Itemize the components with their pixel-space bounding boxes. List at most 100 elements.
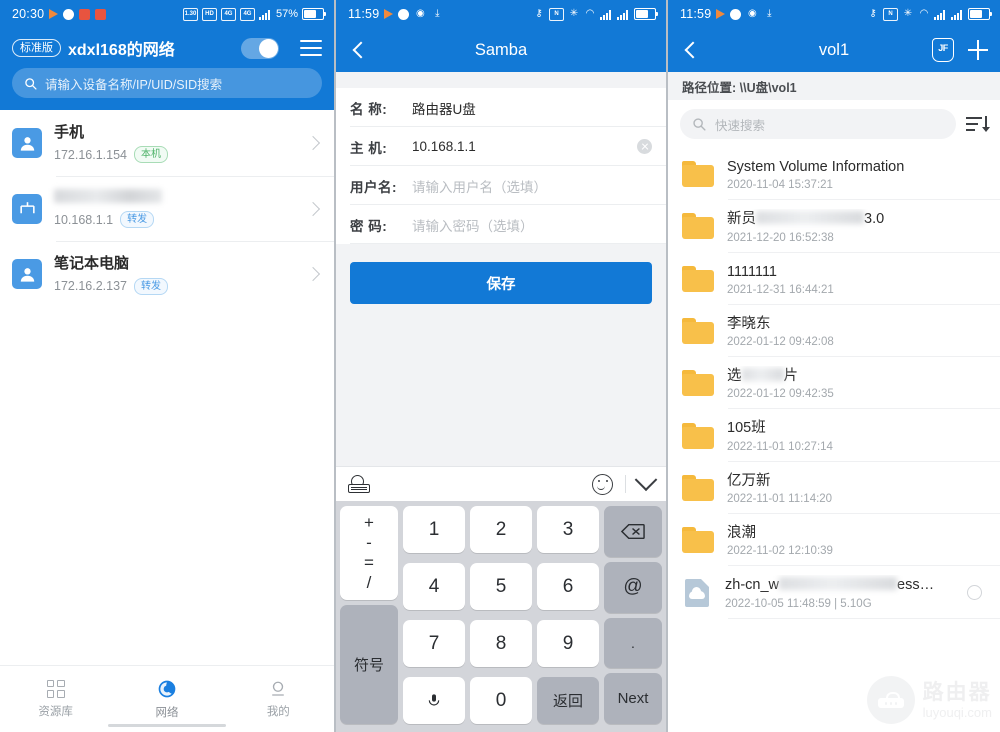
key-space[interactable] — [403, 677, 465, 724]
file-meta: 2022-10-05 11:48:59 | 5.10G — [725, 597, 872, 610]
key-slash[interactable]: / — [367, 573, 372, 593]
folder-icon — [682, 527, 714, 554]
file-row-1[interactable]: 新员 3.0 2021-12-20 16:52:38 — [668, 200, 1000, 253]
emoji-icon[interactable] — [592, 473, 613, 495]
chevron-right-icon — [305, 201, 321, 216]
bluetooth-icon: ✳ — [569, 8, 579, 19]
file-row-0[interactable]: System Volume Information 2020-11-04 15:… — [668, 148, 1000, 201]
save-button[interactable]: 保存 — [350, 262, 652, 304]
key-7[interactable]: 7 — [403, 620, 465, 667]
file-name-tail: 3.0 — [864, 211, 885, 228]
key-5[interactable]: 5 — [470, 563, 532, 610]
transfer-shield-icon[interactable]: JF — [932, 38, 954, 62]
folder-icon — [682, 213, 714, 240]
path-value: \\U盘\vol1 — [739, 80, 797, 95]
form-row-password[interactable]: 密 码: 请输入密码（选填） — [336, 205, 666, 244]
wifi-icon: ◠ — [919, 8, 929, 19]
file-row-8[interactable]: zh-cn_w ess… 2022-10-05 11:48:59 | 5.10G — [668, 566, 1000, 619]
chevron-right-icon — [305, 136, 321, 151]
keyboard-language-icon[interactable] — [348, 475, 370, 493]
key-9[interactable]: 9 — [537, 620, 599, 667]
key-8[interactable]: 8 — [470, 620, 532, 667]
field-label: 主 机: — [350, 140, 388, 156]
microphone-icon — [428, 693, 440, 706]
folder-icon — [682, 318, 714, 345]
key-3[interactable]: 3 — [537, 506, 599, 553]
file-row-4[interactable]: 选片 2022-01-12 09:42:35 — [668, 357, 1000, 410]
file-name: 浪潮 — [727, 525, 756, 542]
name-field-value: 路由器U盘 — [412, 101, 476, 117]
plus-icon[interactable] — [968, 40, 988, 60]
path-label: 路径位置: — [682, 80, 737, 95]
file-name-partial: zh-cn_w ess… — [725, 575, 954, 595]
key-plus[interactable]: + — [364, 513, 374, 533]
tab-network[interactable]: 网络 — [111, 666, 222, 732]
signal-icon-2 — [951, 9, 964, 20]
message-icon — [63, 8, 75, 20]
form-row-name[interactable]: 名 称: 路由器U盘 — [336, 88, 666, 127]
device-row-1[interactable]: 10.168.1.1 转发 — [0, 176, 334, 241]
file-row-5[interactable]: 105班 2022-11-01 10:27:14 — [668, 409, 1000, 463]
samba-navbar: Samba — [336, 28, 666, 72]
device-search-input[interactable]: 请输入设备名称/IP/UID/SID搜索 — [12, 68, 322, 98]
key-4[interactable]: 4 — [403, 563, 465, 610]
folder-icon — [682, 161, 714, 188]
tab-mine[interactable]: 我的 — [223, 666, 334, 732]
router-logo-icon — [866, 676, 915, 724]
key-0[interactable]: 0 — [470, 677, 532, 724]
menu-icon[interactable] — [300, 40, 322, 56]
file-name-tail: 片 — [783, 368, 799, 385]
file-row-2[interactable]: 1111111 2021-12-31 16:44:21 — [668, 253, 1000, 306]
file-meta: 2020-11-04 15:37:21 — [727, 179, 833, 192]
file-row-6[interactable]: 亿万新 2022-11-01 11:14:20 — [668, 462, 1000, 515]
file-search-input[interactable]: 快速搜索 — [680, 109, 956, 139]
keyboard-digits: 1 2 3 4 5 6 7 8 9 0 返回 — [403, 506, 599, 724]
tab-resources[interactable]: 资源库 — [0, 666, 111, 732]
key-next[interactable]: Next — [604, 673, 662, 724]
app-icon-red — [79, 8, 91, 20]
file-meta: 2022-01-12 09:42:08 — [727, 336, 834, 349]
nfc-icon: N — [549, 7, 564, 21]
key-at[interactable]: @ — [604, 561, 662, 613]
back-icon[interactable] — [680, 39, 702, 61]
select-radio[interactable] — [967, 585, 982, 601]
key-2[interactable]: 2 — [470, 506, 532, 553]
back-icon[interactable] — [348, 39, 370, 61]
vpn-key-icon: ⚷ — [535, 8, 543, 19]
nav-title: Samba — [474, 40, 528, 59]
form-row-username[interactable]: 用户名: 请输入用户名（选填） — [336, 166, 666, 205]
device-row-2[interactable]: 笔记本电脑 172.16.2.137 转发 — [0, 241, 334, 307]
clear-icon[interactable] — [637, 139, 652, 154]
panel-file-browser: 11:59 ◉ ⤓ ⚷ N ✳ ◠ vol1 JF 路径位置: \\U盘\vol… — [668, 0, 1000, 732]
device-row-0[interactable]: 手机 172.16.1.154 本机 — [0, 110, 334, 176]
file-row-3[interactable]: 李晓东 2022-01-12 09:42:08 — [668, 305, 1000, 358]
save-button-wrap: 保存 — [336, 244, 666, 304]
file-name-head: zh-cn_w — [725, 577, 779, 594]
file-name-head: 新员 — [727, 211, 756, 228]
key-1[interactable]: 1 — [403, 506, 465, 553]
notification-icon — [716, 9, 726, 19]
keyboard-toolbar — [336, 466, 666, 501]
bluetooth-icon: ✳ — [903, 8, 913, 19]
status-time: 20:30 — [12, 7, 45, 21]
key-enter[interactable]: 返回 — [537, 677, 599, 724]
file-meta: 2021-12-20 16:52:38 — [727, 231, 834, 244]
file-row-7[interactable]: 浪潮 2022-11-02 12:10:39 — [668, 514, 1000, 567]
network-toggle[interactable] — [241, 37, 279, 59]
profile-icon — [272, 681, 285, 696]
chevron-down-icon[interactable] — [634, 468, 658, 492]
key-equals[interactable]: = — [364, 553, 374, 573]
sort-descending-icon[interactable] — [966, 114, 990, 134]
file-name-head: 选 — [727, 368, 742, 385]
key-backspace[interactable] — [604, 506, 662, 557]
search-icon — [693, 118, 706, 131]
key-6[interactable]: 6 — [537, 563, 599, 610]
key-period[interactable]: . — [604, 617, 662, 669]
tab-label: 我的 — [266, 705, 290, 718]
file-name: 亿万新 — [727, 472, 771, 489]
keyboard-symbol-column: + - = / 符号 — [340, 506, 398, 724]
symbol-key-stack[interactable]: + - = / — [340, 506, 398, 600]
key-symbols[interactable]: 符号 — [340, 605, 398, 724]
form-row-host[interactable]: 主 机: 10.168.1.1 — [336, 127, 666, 166]
key-minus[interactable]: - — [366, 533, 372, 553]
